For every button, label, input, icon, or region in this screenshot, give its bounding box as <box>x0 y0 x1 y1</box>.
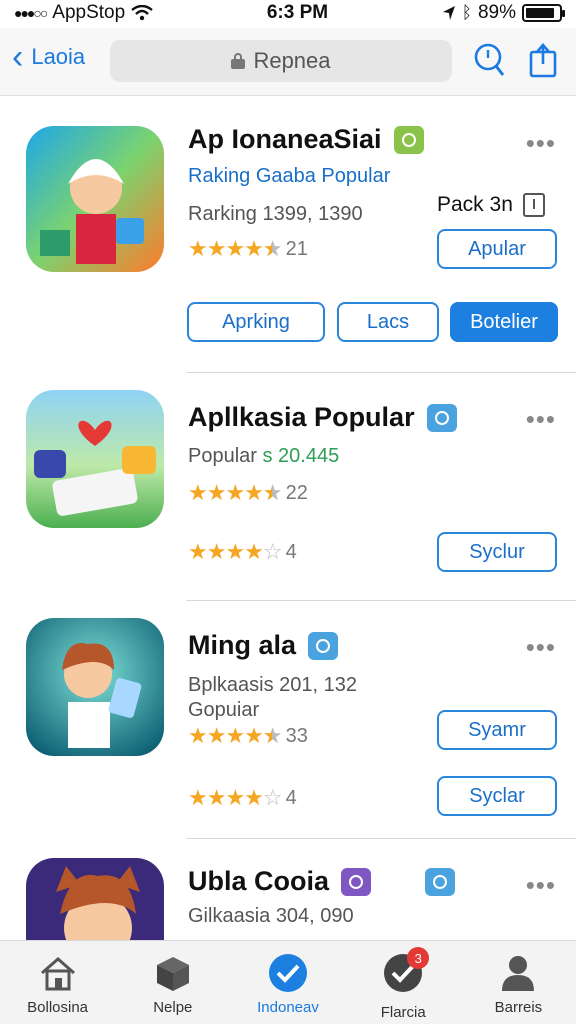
chevron-left-icon: ‹ <box>12 38 24 76</box>
app-badge-icon <box>426 403 457 432</box>
notification-badge: 3 <box>407 947 430 969</box>
divider <box>186 600 576 601</box>
action-button[interactable]: Lacs <box>337 302 439 342</box>
tab-label: Nelpe <box>153 999 193 1016</box>
rating-count: 4 <box>285 540 297 563</box>
app-rating-secondary: ★★★★☆ 4 <box>188 785 297 811</box>
app-rating: ★★★★★★ 22 <box>188 480 308 506</box>
more-options-icon[interactable]: ••• <box>526 128 556 159</box>
clock: 6:3 PM <box>266 2 329 23</box>
pack-text: Pack 3n <box>437 193 513 216</box>
back-label: Laoia <box>31 44 86 69</box>
app-icon[interactable] <box>26 390 164 528</box>
download-box-icon[interactable] <box>522 193 545 217</box>
app-subtitle-link[interactable]: Raking Gaaba Popular <box>188 165 390 188</box>
status-bar: ●●●○○ AppStop 6:3 PM ᛒ 89% <box>0 0 576 26</box>
app-badge-icon <box>393 125 424 154</box>
divider <box>186 372 576 373</box>
back-button[interactable]: ‹ Laoia <box>12 38 86 76</box>
battery-icon <box>521 4 565 22</box>
lock-icon <box>231 53 246 69</box>
app-info-secondary: Gopuiar <box>188 699 260 721</box>
info-prefix: Popular <box>188 445 257 467</box>
tab-label: Flarcia <box>380 1004 426 1021</box>
rating-count: 4 <box>285 786 297 809</box>
tab-home[interactable]: Bollosina <box>0 941 115 1024</box>
tab-featured[interactable]: Indoneav <box>230 941 345 1024</box>
app-badge-secondary-icon <box>425 868 455 896</box>
app-info: Popular s 20.445 <box>188 445 339 468</box>
get-button-secondary[interactable]: Syclar <box>437 776 557 816</box>
app-rating-secondary: ★★★★☆ 4 <box>188 539 297 565</box>
share-icon[interactable] <box>528 42 562 78</box>
app-title-text: Ap IonaneaSiai <box>188 124 382 154</box>
carrier-label: AppStop <box>52 2 126 23</box>
search-text: Repnea <box>253 48 331 73</box>
app-icon[interactable] <box>26 618 164 756</box>
tab-label: Indoneav <box>257 999 319 1016</box>
info-value: s 20.445 <box>262 445 340 467</box>
house-icon <box>40 957 75 991</box>
star-rating-icon: ★★★★★★ <box>188 480 283 505</box>
tab-profile[interactable]: Barreis <box>461 941 576 1024</box>
app-info: Bplkaasis 201, 132 <box>188 674 358 696</box>
app-title[interactable]: Ming ala <box>188 630 339 661</box>
tab-label: Barreis <box>494 999 543 1016</box>
app-title-text: Ubla Cooia <box>188 866 330 896</box>
more-options-icon[interactable]: ••• <box>526 870 556 901</box>
app-title[interactable]: Ubla Cooia <box>188 866 372 897</box>
check-circle-icon <box>269 954 307 992</box>
rating-count: 22 <box>285 481 308 504</box>
star-rating-icon: ★★★★☆ <box>188 785 283 810</box>
tab-label: Bollosina <box>27 999 89 1016</box>
app-title-text: Apllkasia Popular <box>188 402 415 432</box>
get-button[interactable]: Syamr <box>437 710 557 750</box>
action-button-primary[interactable]: Botelier <box>450 302 558 342</box>
app-rating: ★★★★★★ 21 <box>188 236 308 262</box>
app-title-text: Ming ala <box>188 630 297 660</box>
search-bar[interactable]: Repnea <box>110 40 452 82</box>
more-options-icon[interactable]: ••• <box>526 632 556 663</box>
battery-percent: 89% <box>477 2 516 23</box>
location-arrow-icon <box>442 6 455 20</box>
star-rating-icon: ★★★★☆ <box>188 539 283 564</box>
signal-dots-icon: ●●●○○ <box>14 5 48 21</box>
app-badge-icon <box>341 867 372 896</box>
get-button[interactable]: Apular <box>437 229 557 269</box>
get-button[interactable]: Syclur <box>437 532 557 572</box>
star-rating-icon: ★★★★★★ <box>188 723 283 748</box>
box-icon <box>156 957 189 991</box>
tab-updates[interactable]: 3 Flarcia <box>346 941 461 1024</box>
search-icon[interactable] <box>472 42 506 78</box>
app-icon[interactable] <box>26 126 164 272</box>
app-badge-icon <box>308 631 339 660</box>
app-info: Rarking 1399, 1390 <box>188 203 363 225</box>
wifi-icon <box>131 5 153 21</box>
tab-bar: Bollosina Nelpe Indoneav 3 Flarcia Barre… <box>0 940 576 1024</box>
bluetooth-icon: ᛒ <box>461 3 472 22</box>
more-options-icon[interactable]: ••• <box>526 404 556 435</box>
app-rating: ★★★★★★ 33 <box>188 723 308 749</box>
rating-count: 33 <box>285 724 308 747</box>
star-rating-icon: ★★★★★★ <box>188 236 283 261</box>
divider <box>186 838 576 839</box>
navigation-bar: ‹ Laoia Repnea <box>0 28 576 96</box>
action-button[interactable]: Aprking <box>187 302 325 342</box>
app-info: Gilkaasia 304, 090 <box>188 905 354 927</box>
app-icon[interactable] <box>26 858 164 940</box>
pack-label: Pack 3n <box>437 193 545 217</box>
tab-box[interactable]: Nelpe <box>115 941 230 1024</box>
rating-count: 21 <box>285 237 308 260</box>
person-icon <box>502 956 535 991</box>
app-title[interactable]: Apllkasia Popular <box>188 402 457 433</box>
app-title[interactable]: Ap IonaneaSiai <box>188 124 424 155</box>
